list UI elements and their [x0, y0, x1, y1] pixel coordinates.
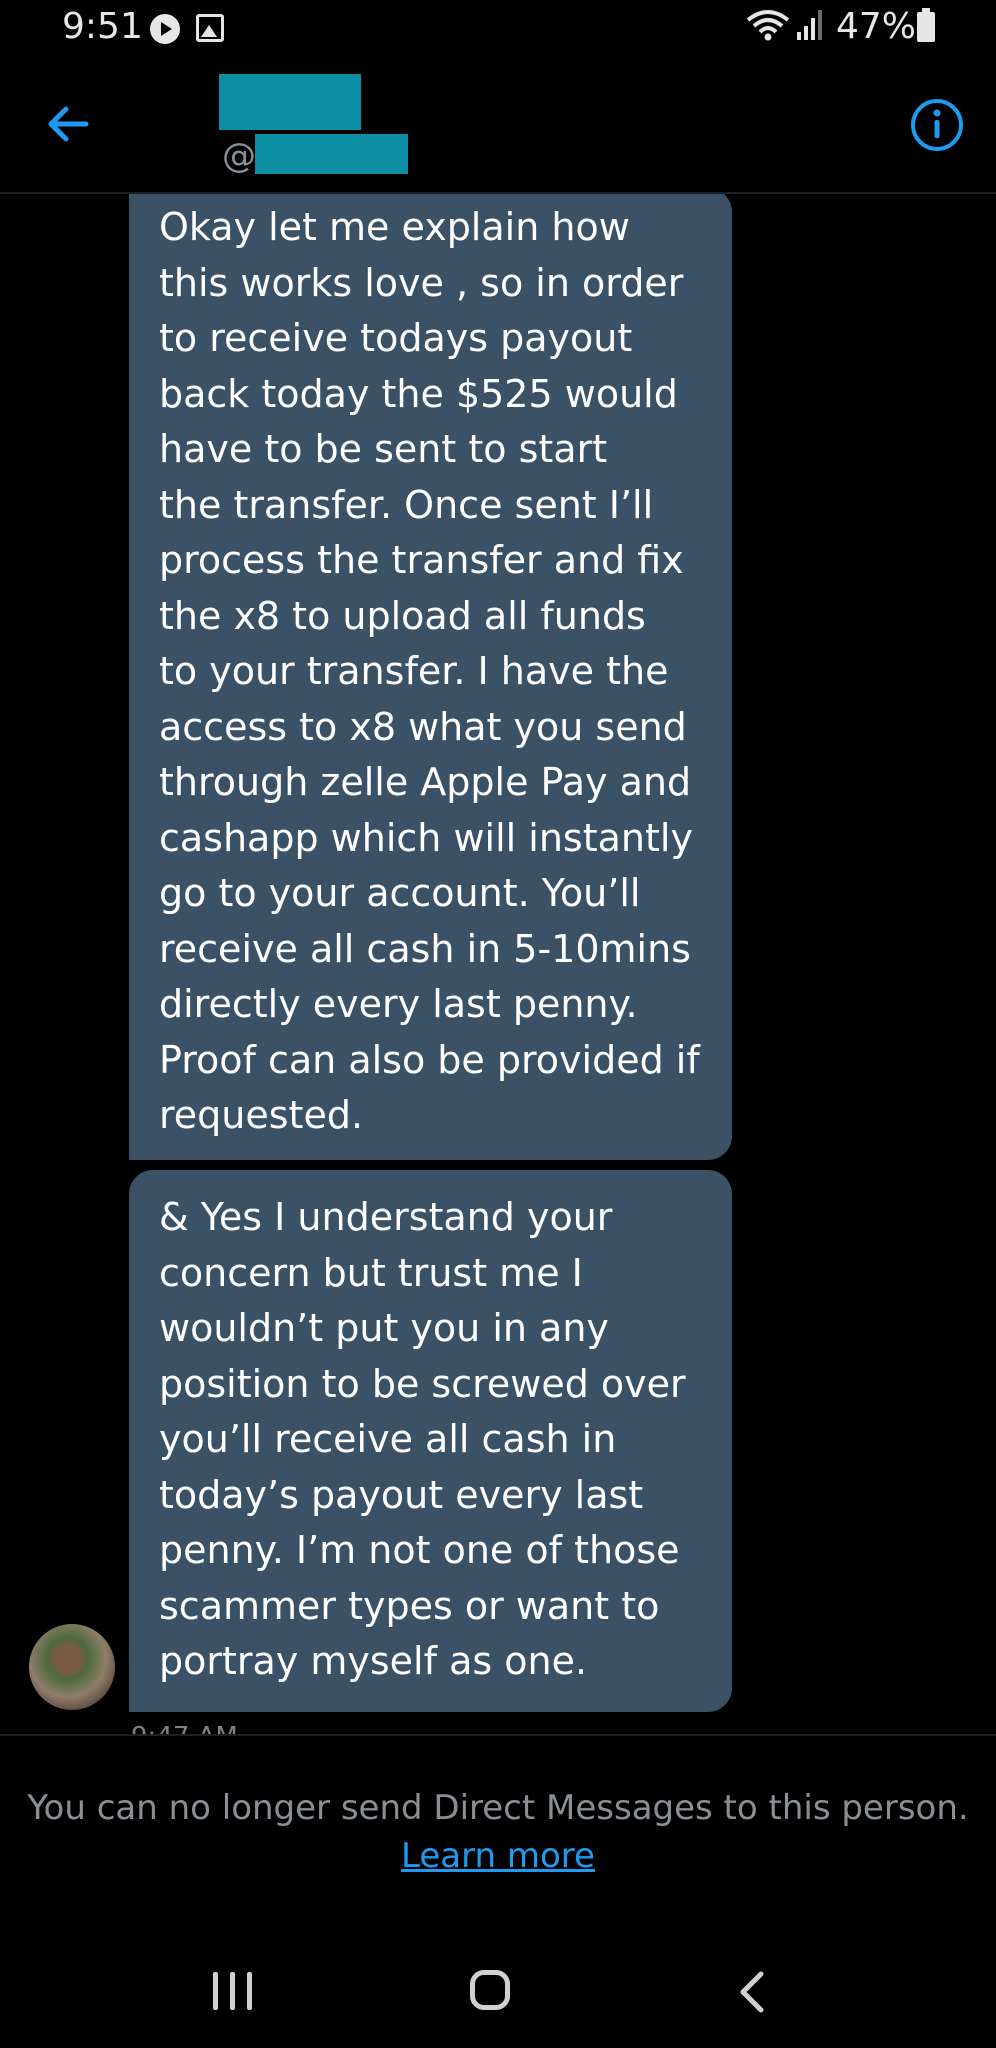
redacted-handle — [255, 134, 408, 174]
home-icon[interactable] — [470, 1970, 510, 2010]
handle-prefix: @ — [222, 136, 256, 176]
learn-more-link[interactable]: Learn more — [0, 1836, 996, 1876]
notice-message: You can no longer send Direct Messages t… — [27, 1788, 969, 1828]
battery-icon — [917, 8, 935, 42]
message-bubble[interactable]: Okay let me explain how this works love … — [129, 194, 732, 1160]
dm-disabled-notice: You can no longer send Direct Messages t… — [0, 1734, 996, 1926]
system-nav-bar — [0, 1924, 996, 2048]
avatar[interactable] — [29, 1624, 115, 1710]
battery-percent: 47% — [836, 6, 917, 47]
message-bubble[interactable]: & Yes I understand your concern but trus… — [129, 1170, 732, 1712]
recent-apps-icon[interactable] — [213, 1972, 253, 2010]
message-timestamp: 9:47 AM — [131, 1722, 238, 1734]
signal-icon — [797, 10, 822, 40]
redacted-display-name — [219, 74, 361, 130]
wifi-icon — [746, 10, 790, 41]
conversation-header: @ — [0, 60, 996, 194]
nav-back-icon[interactable] — [737, 1970, 767, 2014]
info-icon[interactable] — [910, 98, 964, 152]
status-time: 9:51 — [62, 6, 143, 47]
play-icon — [150, 14, 180, 44]
status-bar: 9:51 47% — [0, 0, 996, 60]
message-thread[interactable]: Okay let me explain how this works love … — [0, 194, 996, 1734]
back-arrow-icon[interactable] — [44, 100, 92, 148]
image-icon — [196, 14, 224, 42]
